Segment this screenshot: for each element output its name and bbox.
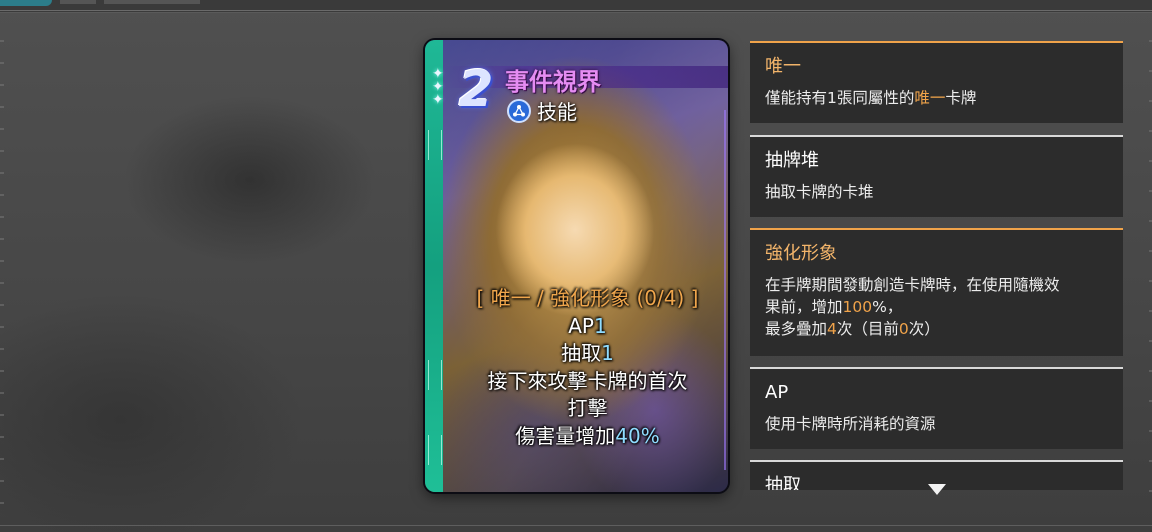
effect-value: 1: [601, 341, 614, 365]
card-type: 技能: [507, 96, 577, 125]
desc-text: 次（目前: [836, 320, 899, 338]
top-bar-tab: [0, 0, 52, 6]
keyword-tooltip-empower: 強化形象 在手牌期間發動創造卡牌時，在使用隨機效 果前，增加100%， 最多疊加…: [750, 228, 1123, 356]
divider: [0, 525, 1152, 526]
effect-value: 40%: [615, 423, 660, 448]
desc-text: 最多疊加: [765, 320, 828, 338]
tooltip-desc: 僅能持有1張同屬性的唯一卡牌: [765, 87, 1108, 109]
card-effect-line: 接下來攻擊卡牌的首次: [487, 368, 688, 393]
card-effect-damage: 傷害量增加40%: [455, 423, 720, 451]
skill-card[interactable]: ✦ ✦ ✦ 2 事件視界 技能 [ 唯一 / 強化形象 (0/4) ] AP1 抽取…: [425, 40, 728, 492]
effect-label: 抽取: [561, 341, 602, 365]
stripe-ornament: [428, 360, 442, 390]
top-bar-tab: [60, 0, 96, 4]
card-title: 事件視界: [505, 68, 601, 96]
tooltip-desc: 使用卡牌時所消耗的資源: [765, 415, 936, 433]
desc-line: 在手牌期間發動創造卡牌時，在使用隨機效: [765, 276, 1060, 294]
desc-text: %，: [872, 298, 903, 316]
desc-text: 次）: [908, 320, 940, 338]
desc-line: 果前，增加100%，: [765, 296, 1108, 318]
effect-label: 傷害量增加: [515, 423, 616, 448]
card-cost: 2: [458, 60, 494, 118]
card-type-label: 技能: [537, 100, 577, 124]
desc-highlight: 4: [827, 320, 837, 338]
effect-value: 1: [594, 313, 607, 338]
divider: [0, 10, 1152, 11]
keyword-tooltip-ap: AP 使用卡牌時所消耗的資源: [750, 367, 1123, 449]
desc-text: 果前，增加: [765, 298, 843, 316]
top-bar: [0, 0, 1152, 13]
card-effect-ap: AP1: [455, 313, 720, 341]
stripe-ornament: [428, 130, 442, 160]
chevron-down-icon[interactable]: [928, 484, 946, 495]
tooltip-desc: 在手牌期間發動創造卡牌時，在使用隨機效 果前，增加100%， 最多疊加4次（目前…: [765, 274, 1108, 340]
tooltip-desc: 抽取卡牌的卡堆: [765, 183, 874, 201]
top-bar-tab: [104, 0, 200, 4]
tooltip-title: 唯一: [765, 56, 801, 77]
desc-highlight: 0: [898, 320, 909, 338]
skill-triangle-icon: [507, 98, 531, 123]
card-effect-draw: 抽取1: [455, 340, 720, 368]
keyword-tooltip-unique: 唯一 僅能持有1張同屬性的唯一卡牌: [750, 41, 1123, 123]
tooltip-title: AP: [765, 382, 789, 403]
desc-text: 僅能持有1張同屬性的: [765, 89, 915, 107]
card-frame-edge: [724, 110, 726, 470]
desc-highlight: 100: [842, 298, 873, 316]
desc-line: 最多疊加4次（目前0次）: [765, 318, 1108, 340]
stripe-ornament: [428, 435, 442, 465]
keyword-tooltip-draw-pile: 抽牌堆 抽取卡牌的卡堆: [750, 135, 1123, 217]
tooltip-title: 抽牌堆: [765, 150, 819, 171]
sparkle-icon: ✦ ✦ ✦: [432, 66, 444, 108]
effect-label: AP: [568, 313, 594, 338]
left-rail: [0, 40, 4, 510]
card-effect-text: [ 唯一 / 強化形象 (0/4) ] AP1 抽取1 接下來攻擊卡牌的首次 打…: [455, 285, 720, 450]
card-keywords: [ 唯一 / 強化形象 (0/4) ]: [476, 286, 699, 310]
tooltip-title: 強化形象: [765, 243, 837, 264]
desc-highlight: 唯一: [914, 89, 946, 107]
desc-text: 卡牌: [945, 89, 977, 107]
card-effect-line: 打擊: [567, 396, 608, 420]
